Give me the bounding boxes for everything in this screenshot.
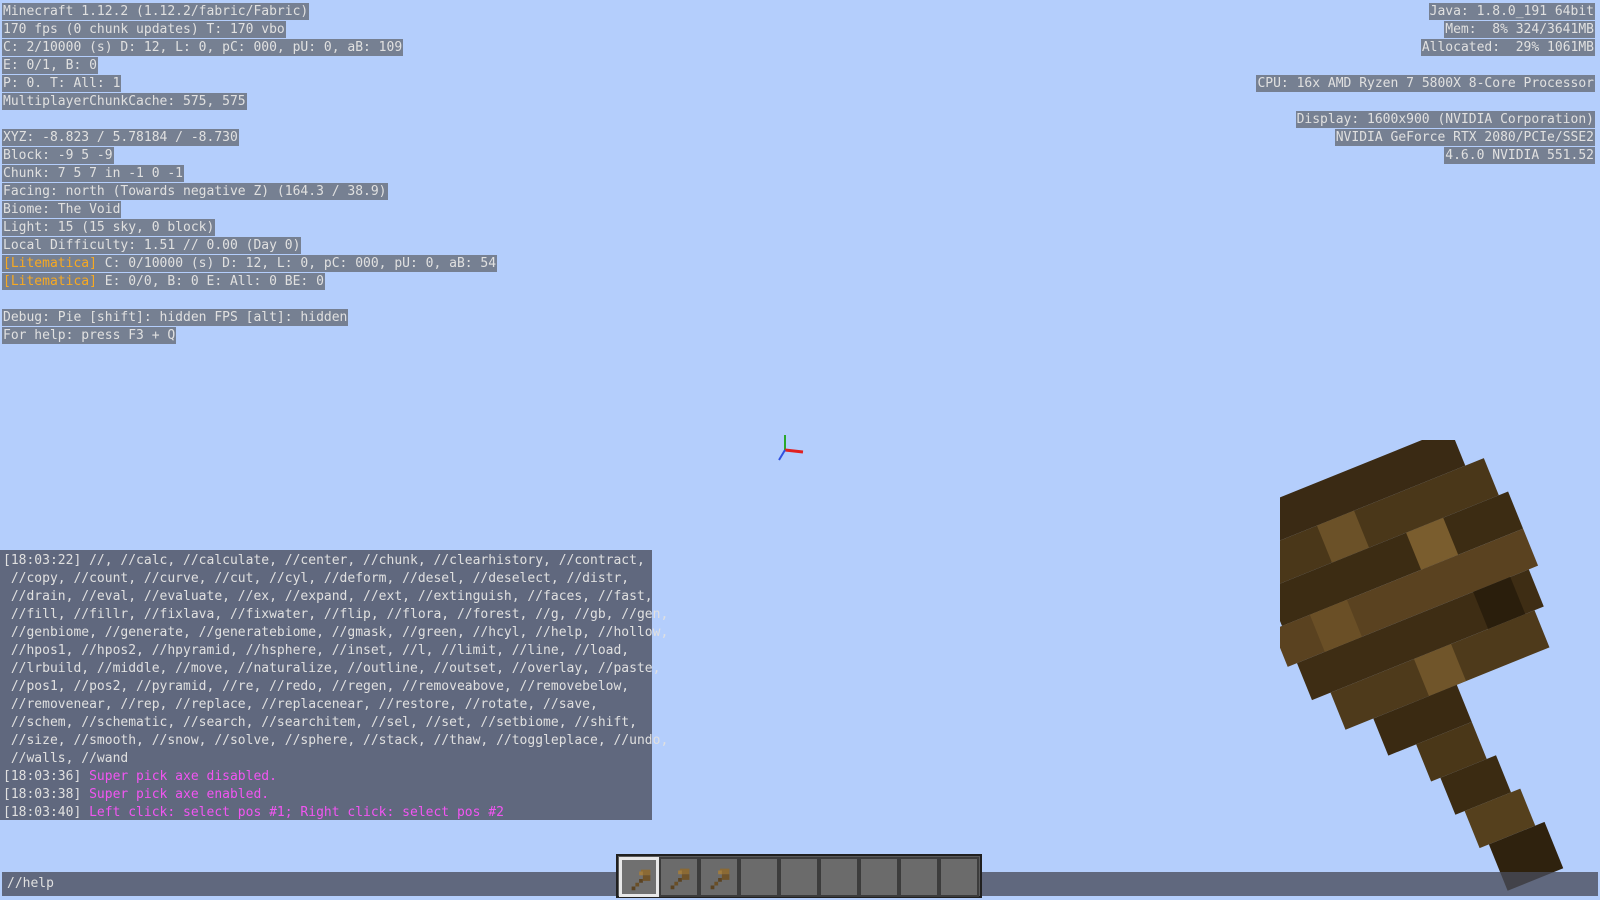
- debug-java: Java: 1.8.0_191 64bit: [1428, 3, 1595, 20]
- debug-line: E: 0/1, B: 0: [2, 57, 98, 74]
- x-axis-line: [784, 448, 804, 454]
- z-axis-line: [778, 449, 786, 461]
- chat-line: //lrbuild, //middle, //move, //naturaliz…: [3, 661, 661, 676]
- chat-line: //hpos1, //hpos2, //hpyramid, //hsphere,…: [3, 643, 630, 658]
- debug-help-line: For help: press F3 + Q: [2, 327, 177, 344]
- chat-line: //size, //smooth, //snow, //solve, //sph…: [3, 733, 669, 748]
- debug-line: XYZ: -8.823 / 5.78184 / -8.730: [2, 129, 239, 146]
- debug-line: Facing: north (Towards negative Z) (164.…: [2, 183, 388, 200]
- chat-line: //pos1, //pos2, //pyramid, //re, //redo,…: [3, 679, 630, 694]
- debug-spacer: [2, 291, 622, 309]
- chat-line: //walls, //wand: [3, 751, 129, 766]
- debug-line: Light: 15 (15 sky, 0 block): [2, 219, 216, 236]
- debug-overlay-left: Minecraft 1.12.2 (1.12.2/fabric/Fabric) …: [2, 3, 622, 345]
- debug-pie-line: Debug: Pie [shift]: hidden FPS [alt]: hi…: [2, 309, 349, 326]
- chat-message: [18:03:40] Left click: select pos #1; Ri…: [0, 804, 652, 822]
- debug-mem: Mem: 8% 324/3641MB: [1444, 21, 1595, 38]
- debug-line: Local Difficulty: 1.51 // 0.00 (Day 0): [2, 237, 302, 254]
- wooden-axe-icon: [631, 869, 651, 891]
- chat-line: [18:03:22] //, //calc, //calculate, //ce…: [3, 553, 645, 568]
- debug-spacer: [1075, 57, 1595, 75]
- litematica-line: [Litematica] E: 0/0, B: 0 E: All: 0 BE: …: [2, 273, 325, 290]
- debug-line: P: 0. T: All: 1: [2, 75, 122, 92]
- wooden-axe-icon: [670, 868, 690, 890]
- chat-line: //fill, //fillr, //fixlava, //fixwater, …: [3, 607, 669, 622]
- litematica-tag: [Litematica]: [3, 274, 97, 289]
- hotbar-slot-4[interactable]: [739, 857, 779, 897]
- crosshair-axes-icon: [778, 435, 804, 461]
- debug-line: Block: -9 5 -9: [2, 147, 114, 164]
- debug-spacer: [1075, 93, 1595, 111]
- chat-line: //schem, //schematic, //search, //search…: [3, 715, 637, 730]
- chat-message-text: Left click: select pos #1; Right click: …: [89, 805, 504, 820]
- chat-message-text: Super pick axe enabled.: [89, 787, 270, 802]
- held-wooden-axe-icon: [1280, 440, 1564, 891]
- litematica-tag: [Litematica]: [3, 256, 97, 271]
- chat-message-text: Super pick axe disabled.: [89, 769, 277, 784]
- chat-message: [18:03:38] Super pick axe enabled.: [0, 786, 652, 804]
- debug-line: C: 2/10000 (s) D: 12, L: 0, pC: 000, pU:…: [2, 39, 404, 56]
- chat-line: //genbiome, //generate, //generatebiome,…: [3, 625, 669, 640]
- debug-line: 170 fps (0 chunk updates) T: 170 vbo: [2, 21, 286, 38]
- debug-display: Display: 1600x900 (NVIDIA Corporation): [1295, 111, 1595, 128]
- debug-line: MultiplayerChunkCache: 575, 575: [2, 93, 247, 110]
- debug-spacer: [2, 111, 622, 129]
- hotbar-slot-3[interactable]: [699, 857, 739, 897]
- debug-cpu: CPU: 16x AMD Ryzen 7 5800X 8-Core Proces…: [1256, 75, 1595, 92]
- hotbar-slot-8[interactable]: [899, 857, 939, 897]
- chat-history: [18:03:22] //, //calc, //calculate, //ce…: [0, 550, 669, 822]
- hotbar-slot-2[interactable]: [659, 857, 699, 897]
- chat-timestamp: [18:03:36]: [3, 769, 90, 784]
- debug-overlay-right: Java: 1.8.0_191 64bit Mem: 8% 324/3641MB…: [1075, 3, 1595, 165]
- hotbar: [616, 854, 982, 898]
- debug-line: Chunk: 7 5 7 in -1 0 -1: [2, 165, 185, 182]
- wooden-axe-icon: [710, 868, 730, 890]
- hotbar-slot-1[interactable]: [619, 857, 659, 897]
- debug-allocated: Allocated: 29% 1061MB: [1420, 39, 1595, 56]
- chat-line: //copy, //count, //curve, //cut, //cyl, …: [3, 571, 630, 586]
- debug-line: Biome: The Void: [2, 201, 122, 218]
- chat-timestamp: [18:03:38]: [3, 787, 90, 802]
- hotbar-slot-5[interactable]: [779, 857, 819, 897]
- hotbar-slot-7[interactable]: [859, 857, 899, 897]
- hotbar-slot-9[interactable]: [939, 857, 979, 897]
- debug-driver: 4.6.0 NVIDIA 551.52: [1444, 147, 1595, 164]
- debug-gpu: NVIDIA GeForce RTX 2080/PCIe/SSE2: [1334, 129, 1595, 146]
- chat-line: //drain, //eval, //evaluate, //ex, //exp…: [3, 589, 653, 604]
- chat-timestamp: [18:03:40]: [3, 805, 90, 820]
- chat-line: //removenear, //rep, //replace, //replac…: [3, 697, 598, 712]
- litematica-line: [Litematica] C: 0/10000 (s) D: 12, L: 0,…: [2, 255, 498, 272]
- debug-line: Minecraft 1.12.2 (1.12.2/fabric/Fabric): [2, 3, 310, 20]
- hotbar-slot-6[interactable]: [819, 857, 859, 897]
- chat-message: [18:03:36] Super pick axe disabled.: [0, 768, 652, 786]
